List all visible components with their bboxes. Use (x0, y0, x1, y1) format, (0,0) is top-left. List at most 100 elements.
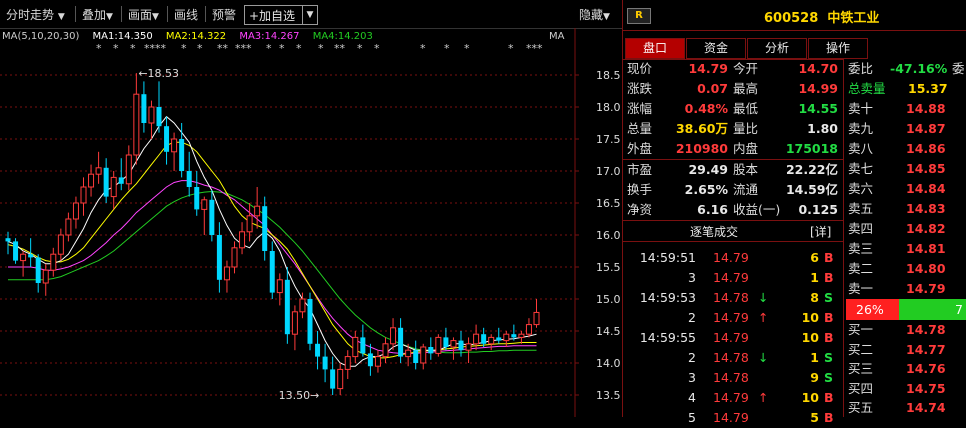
tick-row: 14:59:53 14.78 ↓ 8 S (623, 288, 843, 308)
candle (35, 254, 41, 293)
quote-label: 量比 (733, 121, 759, 136)
candle-body (360, 337, 366, 354)
arrow-up-icon: ↑ (758, 310, 769, 325)
toolbar-draw-button[interactable]: 画线 (174, 6, 198, 23)
tick-direction: S (824, 290, 834, 305)
r-badge: R (627, 8, 651, 24)
candle (374, 350, 381, 373)
toolbar-view-menu[interactable]: 画面▼ (128, 6, 159, 23)
candle-body (525, 324, 532, 335)
add-watchlist-button[interactable]: +加自选 ▼ (244, 5, 318, 25)
arrow-up-icon: ↑ (758, 390, 769, 405)
tick-time: 14:59:51 (639, 250, 696, 265)
candle (65, 212, 72, 242)
bid-price: 14.77 (906, 341, 946, 357)
tick-volume: 8 (810, 290, 819, 305)
candle (390, 318, 397, 351)
candle-body (103, 167, 109, 197)
quote-label: 外盘 (627, 141, 653, 156)
divider (623, 241, 843, 242)
candle (269, 241, 275, 299)
candle (496, 327, 502, 344)
tick-price: 14.79 (713, 250, 749, 265)
divider (75, 6, 76, 22)
tick-price: 14.79 (713, 330, 749, 345)
candle (337, 363, 344, 395)
toolbar-period-menu[interactable]: 分时走势 ▼ (6, 6, 65, 23)
tab-funds[interactable]: 资金 (686, 38, 746, 59)
tick-direction: B (824, 250, 834, 265)
candle-body (518, 333, 525, 338)
price-tick-label: 14.0 (596, 357, 621, 370)
quote-label: 市盈 (627, 162, 653, 177)
chevron-down-icon: ▼ (57, 12, 65, 22)
ask-level-label: 卖五 (848, 201, 874, 216)
tick-volume: 10 (801, 390, 819, 405)
kline-chart[interactable]: 18.5 18.0 17.5 17.0 16.5 16.0 15.5 15.0 14.5 14.0… (0, 28, 622, 417)
quote-value: 22.22亿 (785, 162, 838, 177)
candle-body (246, 215, 253, 233)
candle (171, 132, 178, 171)
divider (623, 220, 843, 221)
tick-row: 2 14.79 ↑ 10 B (623, 308, 843, 328)
ask-price: 14.81 (906, 241, 946, 256)
quote-label: 最高 (733, 81, 759, 96)
tab-analysis[interactable]: 分析 (747, 38, 807, 59)
chevron-down-icon: ▼ (152, 12, 159, 22)
tick-time: 14:59:55 (639, 330, 696, 345)
candle-body (28, 254, 34, 258)
candle (20, 251, 27, 277)
candle (307, 292, 313, 351)
quote-label: 涨幅 (627, 101, 653, 116)
tick-time: 14:59:53 (639, 290, 696, 305)
candle-body (307, 299, 313, 344)
candle (291, 305, 298, 351)
candle-body (231, 247, 238, 268)
price-tick-label: 16.5 (596, 197, 621, 210)
tick-price: 14.79 (713, 270, 749, 285)
ticks-detail-button[interactable]: [详] (810, 223, 831, 240)
stock-code: 600528 (764, 11, 819, 26)
tab-handicap[interactable]: 盘口 (625, 38, 685, 59)
candle-body (133, 93, 140, 156)
tick-direction: S (824, 370, 834, 385)
tick-direction: B (824, 310, 834, 325)
tick-row: 14:59:55 14.79 10 B (623, 328, 843, 348)
candle (322, 343, 328, 383)
candle (125, 145, 132, 191)
tick-time: 5 (688, 410, 696, 425)
tick-price: 14.79 (713, 310, 749, 325)
panel-tabs: 盘口 资金 分析 操作 (625, 38, 871, 59)
tick-time: 2 (688, 310, 696, 325)
tick-volume: 5 (810, 410, 819, 425)
candle-body (179, 139, 185, 171)
toolbar-alert-button[interactable]: 预警 (212, 6, 236, 23)
candle (382, 337, 389, 363)
tab-trade[interactable]: 操作 (808, 38, 868, 59)
candle (488, 334, 495, 351)
chart-toolbar: 分时走势 ▼ 叠加▼ 画面▼ 画线 预警 +加自选 ▼ 隐藏▼ (0, 0, 622, 29)
quote-label: 内盘 (733, 141, 759, 156)
candle-body (473, 333, 480, 345)
bid-level-label: 买五 (848, 400, 874, 415)
candle-body (186, 171, 192, 187)
hide-panel-button[interactable]: 隐藏▼ (579, 6, 610, 23)
candle-body (262, 206, 268, 251)
tick-row: 4 14.79 ↑ 10 B (623, 388, 843, 408)
candle-body (148, 106, 155, 124)
quote-value: 38.60万 (675, 121, 728, 136)
candle (525, 318, 532, 338)
candle-body (352, 336, 359, 358)
chevron-down-icon[interactable]: ▼ (302, 6, 317, 24)
quote-value: 6.16 (697, 202, 728, 217)
candle (118, 158, 124, 191)
candle-body (443, 337, 449, 347)
candle (110, 171, 117, 210)
tick-row: 5 14.79 5 B (623, 408, 843, 428)
toolbar-overlay-menu[interactable]: 叠加▼ (82, 6, 113, 23)
order-ratio-value: -47.16% (890, 61, 948, 76)
candle-body (216, 235, 222, 280)
candle-body (223, 266, 230, 281)
divider (167, 6, 168, 22)
ask-level-label: 卖四 (848, 221, 874, 236)
